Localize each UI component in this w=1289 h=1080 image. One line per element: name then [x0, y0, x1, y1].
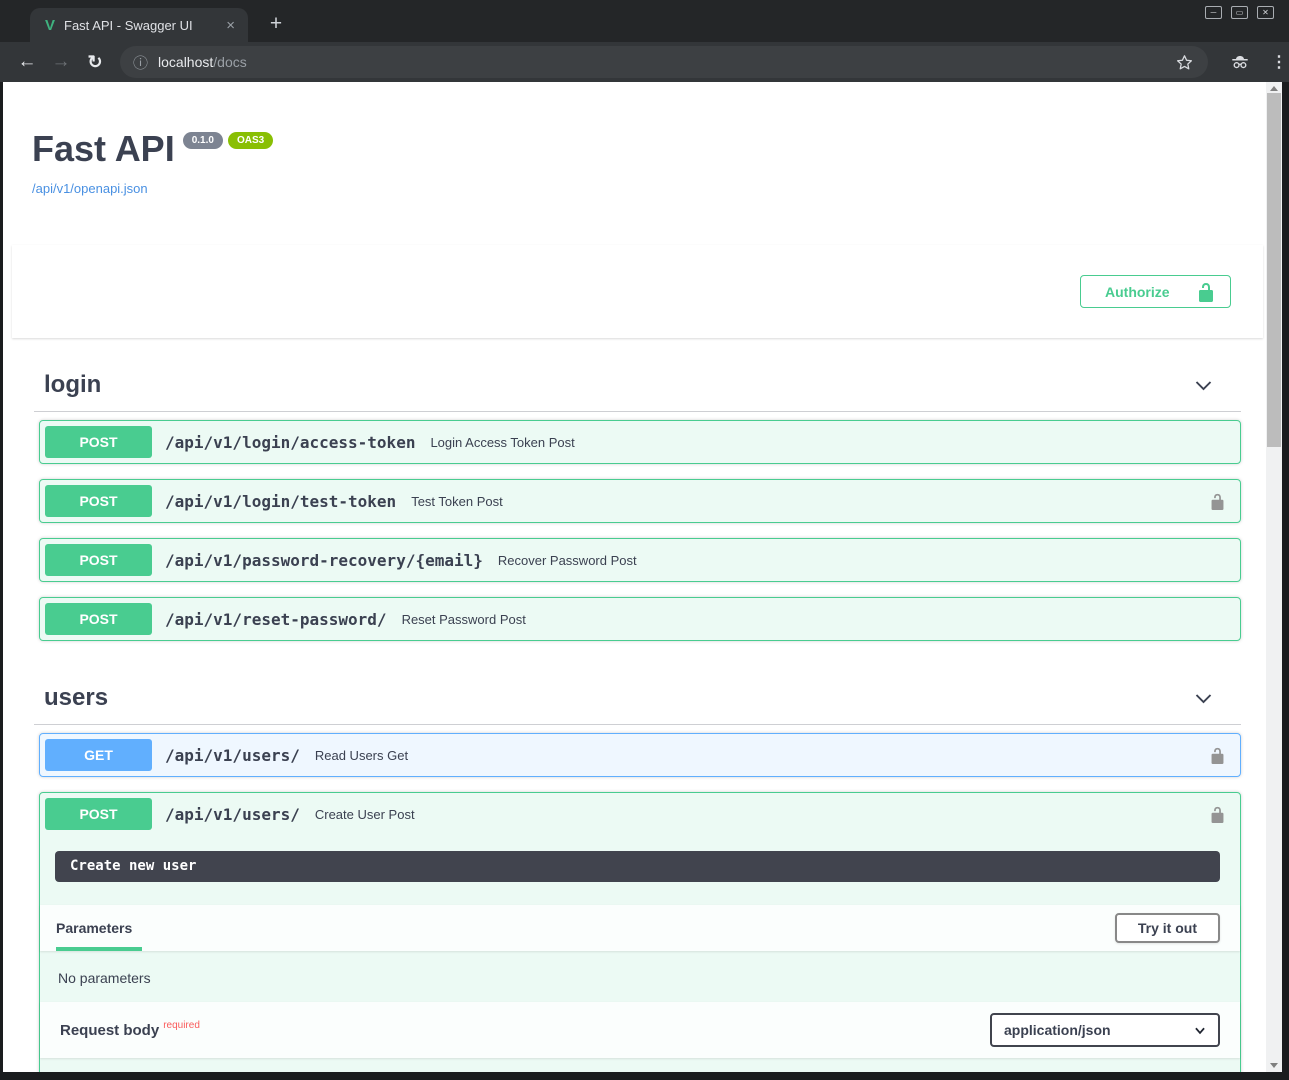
maximize-button[interactable]: ▭ [1231, 6, 1248, 19]
media-type-select[interactable]: application/json [990, 1013, 1220, 1047]
page-title: Fast API [32, 128, 175, 170]
chevron-down-icon[interactable] [1193, 688, 1214, 709]
media-type-value: application/json [1004, 1022, 1111, 1038]
swagger-page: Fast API 0.1.0 OAS3 /api/v1/openapi.json A… [3, 82, 1266, 1072]
operation-description: Create new user [55, 851, 1220, 882]
scheme-container: Authorize [12, 245, 1263, 338]
page-info-icon[interactable]: ⓘ [133, 52, 148, 73]
request-body-header: Request body required application/json [40, 1002, 1240, 1058]
auth-lock-icon[interactable] [1209, 747, 1226, 764]
tab-close-icon[interactable]: × [223, 17, 238, 34]
browser-tab-bar: V Fast API - Swagger UI × + ─ ▭ ✕ [0, 0, 1289, 42]
incognito-icon [1228, 51, 1252, 73]
operation-summary: Reset Password Post [402, 612, 526, 627]
operation-path: /api/v1/login/access-token [165, 433, 415, 452]
operation-summary: Recover Password Post [498, 553, 637, 568]
operation-row[interactable]: POST /api/v1/login/access-token Login Ac… [39, 420, 1241, 464]
window-controls: ─ ▭ ✕ [1205, 6, 1274, 19]
required-label: required [163, 1020, 200, 1031]
method-badge: POST [45, 603, 152, 635]
url-host: localhost [158, 54, 213, 70]
section-header-login[interactable]: login [34, 363, 1241, 412]
openapi-spec-link[interactable]: /api/v1/openapi.json [32, 181, 1266, 196]
chevron-down-icon[interactable] [1193, 375, 1214, 396]
unlocked-padlock-icon [1196, 282, 1216, 302]
browser-menu-icon[interactable]: ⋮ [1271, 52, 1287, 72]
new-tab-button[interactable]: + [262, 11, 290, 37]
operation-path: /api/v1/login/test-token [165, 492, 396, 511]
authorize-label: Authorize [1105, 284, 1170, 300]
operation-summary: Test Token Post [411, 494, 503, 509]
try-it-out-button[interactable]: Try it out [1115, 913, 1220, 943]
back-icon[interactable]: ← [10, 51, 44, 73]
parameters-header: Parameters Try it out [40, 905, 1240, 951]
request-body-label: Request body [60, 1022, 159, 1039]
operation-path: /api/v1/users/ [165, 805, 300, 824]
section-title: login [44, 371, 101, 399]
close-button[interactable]: ✕ [1257, 6, 1274, 19]
browser-tab[interactable]: V Fast API - Swagger UI × [30, 8, 248, 42]
page-scrollbar[interactable] [1266, 82, 1282, 1072]
reload-icon[interactable]: ↻ [78, 52, 112, 73]
operation-row[interactable]: POST /api/v1/reset-password/ Reset Passw… [39, 597, 1241, 641]
scrollbar-thumb[interactable] [1267, 93, 1281, 447]
method-badge: POST [45, 426, 152, 458]
method-badge: POST [45, 485, 152, 517]
oas3-badge: OAS3 [228, 132, 273, 149]
operation-path: /api/v1/password-recovery/{email} [165, 551, 483, 570]
operation-summary: Read Users Get [315, 748, 408, 763]
section-title: users [44, 684, 108, 712]
url-path: /docs [213, 54, 246, 70]
no-parameters-text: No parameters [40, 951, 1240, 1002]
operation-summary: Login Access Token Post [430, 435, 574, 450]
api-info: Fast API 0.1.0 OAS3 /api/v1/openapi.json [3, 82, 1266, 196]
operation-row[interactable]: GET /api/v1/users/ Read Users Get [39, 733, 1241, 777]
operation-row[interactable]: POST /api/v1/password-recovery/{email} R… [39, 538, 1241, 582]
tab-parameters[interactable]: Parameters [56, 905, 142, 951]
operation-summary: Create User Post [315, 807, 415, 822]
fastapi-favicon-icon: V [45, 18, 55, 33]
operation-path: /api/v1/users/ [165, 746, 300, 765]
method-badge: POST [45, 798, 152, 830]
method-badge: GET [45, 739, 152, 771]
example-schema-tabs: Example Value | Schema [40, 1058, 1240, 1072]
forward-icon: → [44, 51, 78, 73]
scroll-down-arrow[interactable] [1266, 1059, 1282, 1072]
operation-body: Create new user Parameters Try it out No… [40, 851, 1240, 1072]
minimize-button[interactable]: ─ [1205, 6, 1222, 19]
tab-title: Fast API - Swagger UI [64, 18, 214, 33]
operation-row[interactable]: POST /api/v1/login/test-token Test Token… [39, 479, 1241, 523]
operation-path: /api/v1/reset-password/ [165, 610, 387, 629]
browser-toolbar: ← → ↻ ⓘ localhost/docs ⋮ [0, 42, 1289, 82]
address-bar[interactable]: ⓘ localhost/docs [120, 46, 1208, 78]
auth-lock-icon[interactable] [1209, 493, 1226, 510]
version-badge: 0.1.0 [183, 132, 223, 149]
section-header-users[interactable]: users [34, 676, 1241, 725]
authorize-button[interactable]: Authorize [1080, 275, 1231, 308]
chevron-down-icon [1193, 1023, 1207, 1037]
operation-header[interactable]: POST /api/v1/users/ Create User Post [40, 793, 1240, 835]
auth-lock-icon[interactable] [1209, 806, 1226, 823]
operation-row-expanded: POST /api/v1/users/ Create User Post Cre… [39, 792, 1241, 1072]
method-badge: POST [45, 544, 152, 576]
bookmark-star-icon[interactable] [1175, 53, 1194, 72]
